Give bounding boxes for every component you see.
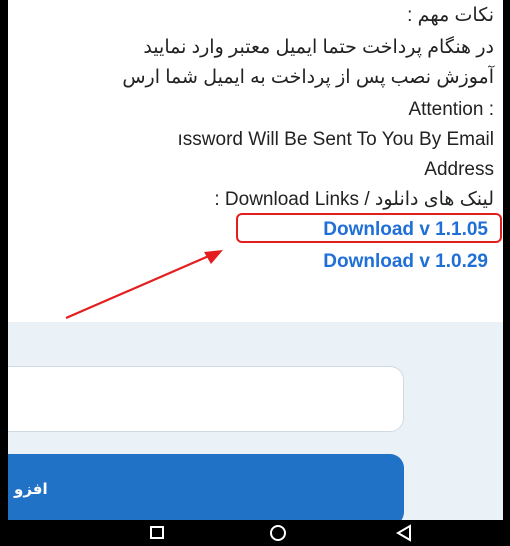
important-notes-heading: نکات مهم :	[407, 5, 494, 26]
payment-note-text: در هنگام پرداخت حتما ایمیل معتبر وارد نم…	[143, 37, 494, 58]
install-note-text: آموزش نصب پس از پرداخت به ایمیل شما ارس	[122, 67, 494, 88]
home-icon[interactable]	[270, 525, 286, 541]
download-link-v1-0-29[interactable]: Download v 1.0.29	[323, 250, 488, 274]
add-button-label: افزو	[14, 481, 48, 498]
phone-screen: نکات مهم : در هنگام پرداخت حتما ایمیل مع…	[8, 0, 508, 546]
android-navigation-bar	[8, 520, 508, 546]
back-icon[interactable]	[394, 524, 414, 542]
password-note-text: ıssword Will Be Sent To You By Email	[177, 129, 494, 150]
download-links-label: لینک های دانلود / Download Links :	[214, 189, 494, 210]
form-input-field[interactable]	[8, 366, 404, 432]
form-area: افزو	[8, 322, 508, 526]
add-to-cart-button[interactable]: افزو	[8, 454, 404, 526]
download-link-v1-1-05[interactable]: Download v 1.1.05	[323, 218, 488, 242]
right-device-bezel	[503, 0, 510, 546]
address-text: Address	[424, 159, 494, 180]
attention-label: : Attention	[408, 99, 494, 120]
product-info-content: نکات مهم : در هنگام پرداخت حتما ایمیل مع…	[8, 0, 508, 320]
recent-apps-icon[interactable]	[150, 526, 164, 539]
left-device-bezel	[0, 0, 8, 546]
